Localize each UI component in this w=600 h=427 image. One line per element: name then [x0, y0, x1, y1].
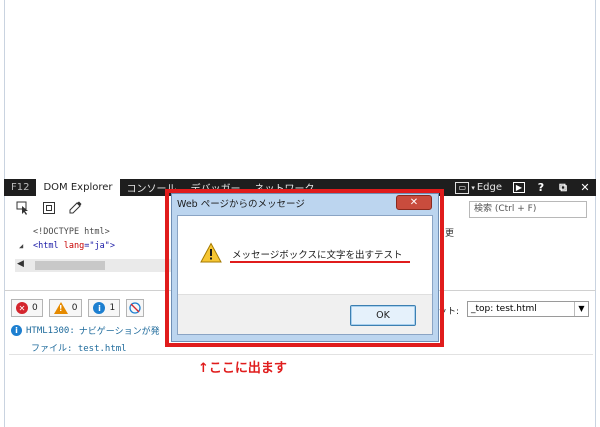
- scrollbar-thumb[interactable]: [35, 261, 105, 270]
- highlight-element-button[interactable]: [41, 200, 57, 216]
- errors-count: 0: [32, 303, 38, 313]
- errors-filter-button[interactable]: ✕ 0: [11, 299, 43, 317]
- dom-node-html[interactable]: ◢ <html lang="ja">: [19, 239, 115, 253]
- clear-on-navigate-button[interactable]: [126, 299, 145, 317]
- annotation-caption: ↑ここに出ます: [198, 361, 287, 376]
- styles-pane-label: 更: [445, 229, 455, 239]
- annotation-highlight-box: [165, 189, 444, 347]
- emulation-mode-selector[interactable]: ▭ ▾ Edge: [449, 179, 508, 196]
- target-select[interactable]: _top: test.html ▼: [467, 301, 589, 317]
- console-separator: [9, 354, 593, 355]
- tab-dom-explorer[interactable]: DOM Explorer: [36, 179, 120, 196]
- warning-icon: !: [53, 302, 68, 314]
- select-element-button[interactable]: [15, 200, 31, 216]
- emulation-mode-label: Edge: [476, 182, 502, 193]
- info-icon: i: [93, 302, 106, 314]
- warnings-count: 0: [71, 303, 78, 313]
- dom-node-doctype[interactable]: <!DOCTYPE html>: [19, 225, 115, 239]
- warnings-filter-button[interactable]: ! 0: [48, 299, 83, 317]
- message-code: HTML1300:: [26, 325, 75, 336]
- console-toggle-button[interactable]: ▶: [508, 179, 530, 196]
- close-icon: ✕: [580, 181, 590, 194]
- scroll-left-icon[interactable]: ◀: [17, 259, 24, 269]
- console-toolbar: ✕ 0 ! 0 i 1: [11, 299, 145, 317]
- dropdown-arrow-icon: ▾: [471, 183, 475, 192]
- console-message[interactable]: i HTML1300: ナビゲーションが発: [11, 324, 160, 337]
- html-tag-open: <html: [33, 241, 59, 251]
- error-icon: ✕: [16, 302, 28, 314]
- close-devtools-button[interactable]: ✕: [574, 179, 596, 196]
- target-select-value: _top: test.html: [471, 304, 537, 314]
- color-picker-button[interactable]: [67, 200, 83, 216]
- web-page-area: [4, 0, 596, 180]
- chevron-down-icon[interactable]: ▼: [574, 302, 588, 316]
- clear-on-navigate-icon: [129, 302, 141, 314]
- expand-triangle-icon[interactable]: ◢: [19, 239, 33, 253]
- undock-icon: ⧉: [559, 180, 567, 194]
- emulation-icon: ▭: [455, 181, 470, 194]
- html-attr-name: lang: [63, 241, 85, 251]
- message-info-icon: i: [11, 325, 22, 336]
- help-button[interactable]: ?: [530, 179, 552, 196]
- help-icon: ?: [537, 181, 545, 194]
- eyedropper-icon: [69, 201, 82, 214]
- undock-button[interactable]: ⧉: [552, 179, 574, 196]
- info-count: 1: [109, 303, 116, 313]
- tab-f12[interactable]: F12: [4, 179, 36, 196]
- dom-search-input[interactable]: 検索 (Ctrl + F): [469, 201, 587, 218]
- devtools-controls: ▭ ▾ Edge ▶ ? ⧉ ✕: [449, 179, 596, 196]
- html-tag-close: >: [109, 241, 115, 251]
- info-filter-button[interactable]: i 1: [88, 299, 121, 317]
- message-file-link[interactable]: ファイル: test.html: [31, 341, 127, 354]
- console-toggle-icon: ▶: [512, 182, 526, 193]
- screenshot-root: F12 DOM Explorer コンソール デバッガー ネットワーク ▭ ▾ …: [0, 0, 600, 427]
- dom-tree: <!DOCTYPE html> ◢ <html lang="ja">: [19, 225, 115, 253]
- message-text: ナビゲーションが発: [78, 327, 160, 337]
- html-attr-value: "ja": [89, 241, 110, 251]
- highlight-box-icon: [43, 202, 55, 214]
- select-element-icon: [16, 201, 28, 215]
- styles-pane-header: 更: [423, 226, 597, 240]
